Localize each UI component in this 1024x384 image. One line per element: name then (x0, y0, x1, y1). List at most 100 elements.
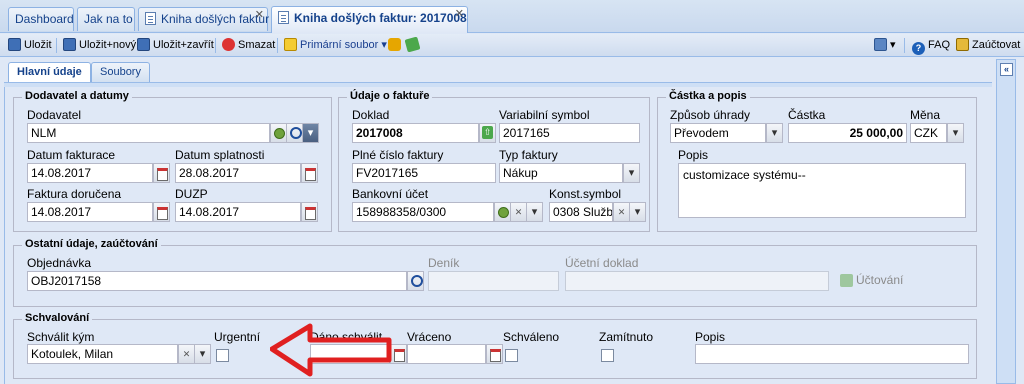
acc-doc-input (565, 271, 829, 291)
collapse-icon[interactable]: « (1000, 63, 1013, 76)
dropdown-trigger[interactable] (623, 163, 640, 183)
dropdown-trigger[interactable] (526, 202, 543, 222)
tab-label: Jak na to (84, 12, 133, 26)
lock-button[interactable] (388, 37, 404, 54)
search-icon[interactable] (286, 123, 303, 143)
toolbar-separator (904, 38, 905, 53)
delete-icon (222, 38, 235, 51)
approved-checkbox[interactable] (505, 349, 518, 362)
calendar-icon[interactable] (301, 202, 318, 222)
window-tab-bar: Dashboard Jak na to Kniha došlých faktur… (0, 0, 1024, 33)
journal-input (428, 271, 559, 291)
lock-icon (388, 38, 401, 51)
amount-label: Částka (788, 108, 826, 122)
clear-icon[interactable] (613, 202, 630, 222)
desc-textarea[interactable]: customizace systému-- (678, 163, 966, 218)
supplier-fieldset: Dodavatel a datumy Dodavatel NLM Datum f… (13, 90, 332, 232)
book-icon (956, 38, 969, 51)
tab-hlavni-udaje[interactable]: Hlavní údaje (8, 62, 91, 83)
help-icon: ? (912, 42, 925, 55)
vs-input[interactable]: 2017165 (499, 123, 640, 143)
calendar-icon[interactable] (153, 163, 170, 183)
document-icon (145, 12, 156, 25)
close-icon[interactable]: ✕ (455, 7, 464, 21)
supplier-label: Dodavatel (27, 108, 82, 122)
dropdown-trigger[interactable] (766, 123, 783, 143)
rejected-checkbox[interactable] (601, 349, 614, 362)
save-icon (8, 38, 21, 51)
accounting-label: Účtování (856, 273, 904, 287)
approver-label: Schválit kým (27, 330, 95, 344)
grid-icon (874, 38, 887, 51)
invoice-fieldset: Údaje o faktuře Doklad 2017008 Variabiln… (338, 90, 650, 232)
approver-select[interactable]: Kotoulek, Milan (27, 344, 178, 364)
tab-dashboard[interactable]: Dashboard (8, 7, 74, 31)
duzp-input[interactable]: 14.08.2017 (175, 202, 301, 222)
tab-label: Hlavní údaje (17, 66, 82, 78)
payment-button[interactable] (404, 36, 422, 54)
duzp-label: DUZP (175, 187, 208, 201)
calendar-icon[interactable] (153, 202, 170, 222)
urgent-checkbox[interactable] (216, 349, 229, 362)
tab-jak-na-to[interactable]: Jak na to (77, 7, 135, 31)
clear-icon[interactable] (510, 202, 527, 222)
approval-note-input[interactable] (695, 344, 969, 364)
calendar-icon[interactable] (486, 344, 503, 364)
status-icon[interactable] (494, 202, 511, 222)
dropdown-trigger[interactable] (947, 123, 964, 143)
post-button[interactable]: Zaúčtovat (956, 37, 1020, 54)
delete-button[interactable]: Smazat (222, 37, 275, 54)
dropdown-trigger[interactable] (629, 202, 646, 222)
toolbar-separator (215, 38, 216, 53)
tab-soubory[interactable]: Soubory (91, 62, 150, 82)
status-icon[interactable] (270, 123, 287, 143)
faq-button[interactable]: ? FAQ (912, 37, 950, 55)
annotation-arrow (270, 323, 392, 377)
save-new-button[interactable]: Uložit+nový (63, 37, 136, 54)
invoice-date-input[interactable]: 14.08.2017 (27, 163, 153, 183)
search-icon[interactable] (407, 271, 424, 291)
order-input[interactable]: OBJ2017158 (27, 271, 407, 291)
doc-input[interactable]: 2017008 (352, 123, 479, 143)
dropdown-trigger[interactable] (302, 123, 319, 143)
save-button[interactable]: Uložit (8, 37, 52, 54)
type-select[interactable]: Nákup (499, 163, 623, 183)
delete-label: Smazat (238, 39, 276, 51)
returned-date-input[interactable] (407, 344, 486, 364)
due-date-input[interactable]: 28.08.2017 (175, 163, 301, 183)
fieldset-legend: Ostatní údaje, zaúčtování (22, 238, 161, 250)
desc-label: Popis (678, 148, 709, 162)
amount-input[interactable]: 25 000,00 (788, 123, 907, 143)
generate-icon[interactable] (479, 123, 496, 143)
full-no-input[interactable]: FV2017165 (352, 163, 496, 183)
accounting-button[interactable]: Účtování (840, 273, 903, 287)
ks-label: Konst.symbol (549, 187, 622, 201)
approved-label: Schváleno (503, 330, 560, 344)
clear-icon[interactable] (178, 344, 195, 364)
currency-select[interactable]: CZK (910, 123, 947, 143)
calendar-icon[interactable] (301, 163, 318, 183)
tab-kniha-faktur[interactable]: Kniha došlých faktur ✕ (138, 7, 269, 31)
save-close-button[interactable]: Uložit+zavřít (137, 37, 214, 54)
calendar-icon[interactable] (390, 344, 407, 364)
chevron-down-icon: ▾ (381, 39, 387, 51)
save-new-icon (63, 38, 76, 51)
approval-note-label: Popis (695, 330, 726, 344)
received-input[interactable]: 14.08.2017 (27, 202, 153, 222)
dropdown-trigger[interactable] (194, 344, 211, 364)
invoice-date-label: Datum fakturace (27, 148, 116, 162)
supplier-input[interactable]: NLM (27, 123, 270, 143)
due-date-label: Datum splatnosti (175, 148, 265, 162)
side-panel-collapse[interactable]: « (996, 59, 1016, 384)
primary-file-button[interactable]: Primární soubor ▾ (284, 37, 387, 54)
payment-select[interactable]: Převodem (670, 123, 766, 143)
file-icon (284, 38, 297, 51)
bank-input[interactable]: 158988358/0300 (352, 202, 494, 222)
save-new-label: Uložit+nový (79, 39, 137, 51)
ks-select[interactable]: 0308 Služb (549, 202, 613, 222)
close-icon[interactable]: ✕ (255, 8, 264, 22)
layout-button[interactable]: ▾ (874, 37, 896, 54)
tab-faktura-detail[interactable]: Kniha došlých faktur: 2017008 ✕ (271, 6, 468, 33)
bank-label: Bankovní účet (352, 187, 429, 201)
currency-label: Měna (910, 108, 941, 122)
